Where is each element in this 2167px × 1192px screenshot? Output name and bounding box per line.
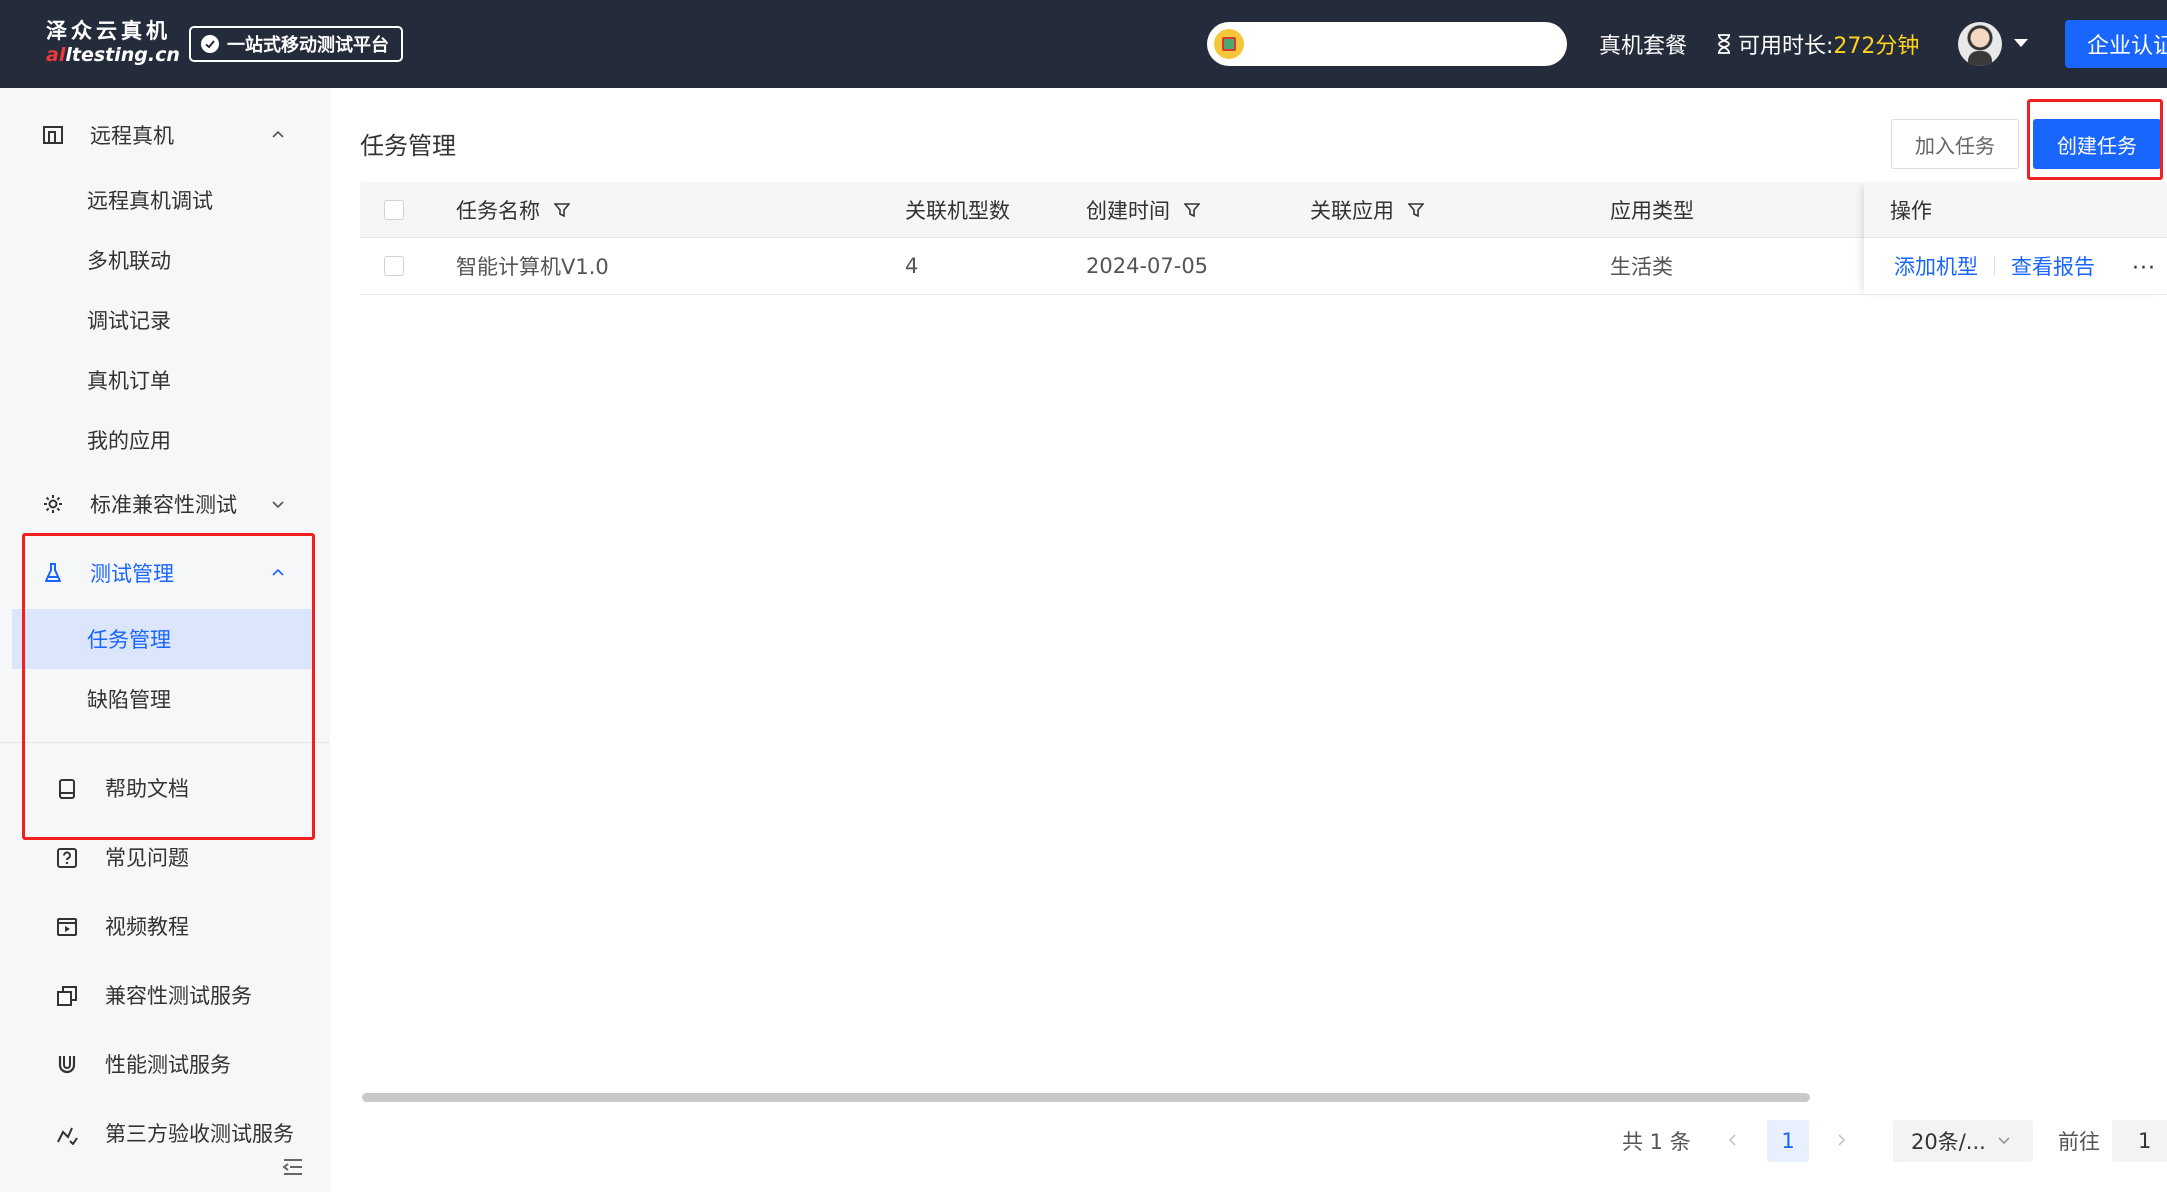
goto-label: 前往 (2058, 1130, 2100, 1154)
header-label: 关联应用 (1310, 198, 1394, 223)
plan-link[interactable]: 真机套餐 (1599, 0, 1687, 88)
sidebar-help-label: 性能测试服务 (105, 1053, 231, 1077)
chevron-left-icon[interactable] (1726, 1132, 1740, 1148)
sidebar-group-label: 标准兼容性测试 (90, 493, 237, 517)
sidebar-main: 远程真机 远程真机调试 多机联动 调试记录 真机订单 我的应用 标准兼容性测试 … (0, 88, 330, 1192)
sidebar-item-remote-debug[interactable]: 远程真机调试 (12, 170, 314, 230)
sidebar-item-my-apps[interactable]: 我的应用 (12, 410, 314, 470)
header-task-name: 任务名称 (456, 182, 570, 237)
row-actions: 添加机型 查看报告 ··· (1864, 238, 2167, 295)
add-model-link[interactable]: 添加机型 (1894, 251, 1978, 281)
chevron-up-icon (272, 568, 284, 576)
filter-icon[interactable] (554, 202, 570, 218)
sidebar-help-label: 视频教程 (105, 915, 189, 939)
goto-page-input[interactable]: 1 (2112, 1120, 2167, 1162)
sidebar-item-video-tutorials[interactable]: 视频教程 (0, 896, 330, 956)
header-label: 任务名称 (456, 198, 540, 223)
header-model-count: 关联机型数 (905, 198, 1010, 223)
logo-en-rest: ltesting.cn (65, 44, 180, 66)
sidebar-help-label: 兼容性测试服务 (105, 984, 252, 1008)
sidebar-help-label: 帮助文档 (105, 777, 189, 801)
sidebar-item-multi-device[interactable]: 多机联动 (12, 230, 314, 290)
header-created-time: 创建时间 (1086, 182, 1200, 237)
cell-task-name: 智能计算机V1.0 (456, 255, 609, 279)
sidebar-group-label: 测试管理 (90, 562, 174, 586)
pagination-total: 共 1 条 (1622, 1130, 1691, 1154)
actions-column: 操作 添加机型 查看报告 ··· (1864, 182, 2167, 295)
question-icon (57, 848, 77, 868)
top-navbar: 泽众云真机 alltesting.cn 一站式移动测试平台 真机套餐 可用时长:… (0, 0, 2167, 88)
horizontal-scrollbar[interactable] (362, 1093, 1810, 1102)
chevron-up-icon (272, 130, 284, 138)
page-size-select[interactable]: 20条/... (1893, 1120, 2033, 1162)
sidebar-item-debug-records[interactable]: 调试记录 (12, 290, 314, 350)
logo-en-red: al (46, 44, 66, 66)
header-label: 创建时间 (1086, 198, 1170, 223)
sidebar-help-label: 常见问题 (105, 846, 189, 870)
join-task-button[interactable]: 加入任务 (1891, 119, 2019, 169)
header-app-type: 应用类型 (1610, 198, 1694, 223)
timer-label: 可用时长: (1738, 34, 1834, 59)
chevron-down-icon (272, 501, 284, 509)
action-separator (1994, 257, 1995, 275)
cell-app-type: 生活类 (1610, 255, 1673, 279)
sidebar-group-label: 远程真机 (90, 124, 174, 148)
gift-icon (1214, 29, 1244, 59)
sidebar-item-compat-service[interactable]: 兼容性测试服务 (0, 965, 330, 1025)
sidebar-item-perf-service[interactable]: 性能测试服务 (0, 1034, 330, 1094)
platform-badge-label: 一站式移动测试平台 (227, 35, 389, 56)
sidebar-item-acceptance-service[interactable]: 第三方验收测试服务 (0, 1103, 330, 1163)
collapse-sidebar-icon[interactable] (282, 1158, 304, 1176)
sidebar-item-defect-management[interactable]: 缺陷管理 (12, 669, 314, 729)
sidebar-divider (0, 742, 330, 743)
sidebar-item-help-docs[interactable]: 帮助文档 (0, 758, 330, 818)
more-actions-button[interactable]: ··· (2132, 256, 2156, 281)
check-circle-icon (201, 35, 219, 53)
chart-line-icon (57, 1127, 78, 1145)
brand-logo[interactable]: 泽众云真机 alltesting.cn (46, 18, 180, 66)
page-number-current[interactable]: 1 (1767, 1120, 1809, 1162)
cell-model-count: 4 (905, 254, 919, 278)
sidebar-group-test-management[interactable]: 测试管理 (0, 543, 330, 603)
sidebar-help-label: 第三方验收测试服务 (105, 1122, 294, 1146)
video-icon (57, 918, 77, 936)
cell-created-time: 2024-07-05 (1086, 254, 1209, 278)
sidebar-item-device-orders[interactable]: 真机订单 (12, 350, 314, 410)
chevron-right-icon[interactable] (1834, 1132, 1848, 1148)
device-icon (43, 126, 63, 144)
filter-icon[interactable] (1408, 202, 1424, 218)
header-linked-app: 关联应用 (1310, 182, 1424, 237)
sidebar-item-faq[interactable]: 常见问题 (0, 827, 330, 887)
promo-search-bar[interactable] (1207, 22, 1567, 66)
platform-badge: 一站式移动测试平台 (189, 26, 403, 62)
available-time: 可用时长: 272分钟 (1716, 0, 1919, 88)
copy-icon (57, 986, 77, 1006)
page-title: 任务管理 (360, 132, 456, 160)
sidebar-group-compat-test[interactable]: 标准兼容性测试 (0, 474, 330, 534)
header-actions: 操作 (1864, 182, 2167, 238)
book-icon (59, 779, 75, 799)
flask-icon (45, 563, 61, 582)
enterprise-auth-button[interactable]: 企业认证 (2065, 20, 2167, 68)
create-task-button[interactable]: 创建任务 (2033, 119, 2161, 169)
user-avatar[interactable] (1958, 22, 2002, 66)
logo-chinese-text: 泽众云真机 (46, 19, 171, 43)
magnet-icon (58, 1056, 76, 1074)
filter-icon[interactable] (1184, 202, 1200, 218)
view-report-link[interactable]: 查看报告 (2011, 251, 2095, 281)
select-all-checkbox[interactable] (384, 199, 404, 220)
sidebar-group-remote-device[interactable]: 远程真机 (0, 105, 330, 165)
timer-value: 272分钟 (1833, 34, 1920, 59)
sidebar-item-task-management[interactable]: 任务管理 (12, 609, 314, 669)
gear-icon (44, 495, 62, 513)
page-size-value: 20条/... (1911, 1130, 1986, 1154)
caret-down-icon[interactable] (2014, 39, 2028, 47)
row-checkbox[interactable] (384, 256, 404, 276)
logo-english-text: alltesting.cn (46, 44, 180, 66)
hourglass-icon (1718, 34, 1730, 54)
chevron-down-icon (1998, 1137, 2010, 1145)
